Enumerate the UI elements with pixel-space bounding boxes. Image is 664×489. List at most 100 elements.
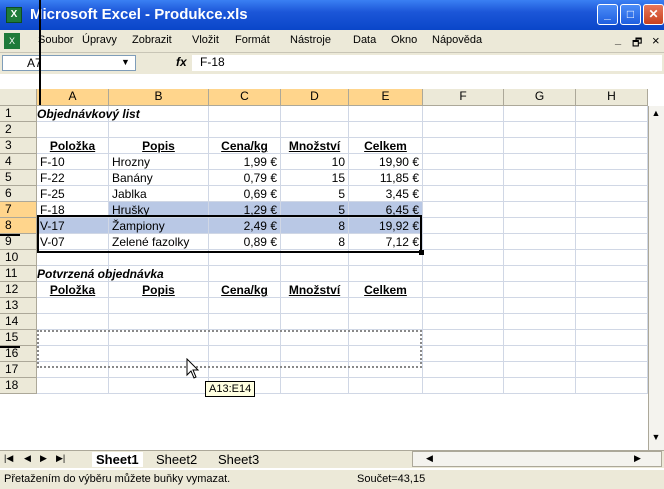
cell-b5[interactable]: Banány bbox=[109, 170, 209, 186]
last-sheet-icon[interactable]: ▶| bbox=[56, 453, 65, 464]
row-header-1[interactable]: 1 bbox=[0, 106, 37, 122]
cell-g4[interactable] bbox=[504, 154, 576, 170]
cell-f16[interactable] bbox=[423, 346, 504, 362]
cell-f14[interactable] bbox=[423, 314, 504, 330]
cell-g12[interactable] bbox=[504, 282, 576, 298]
cell-a14[interactable] bbox=[37, 314, 109, 330]
cell-h4[interactable] bbox=[576, 154, 648, 170]
cell-h11[interactable] bbox=[576, 266, 648, 282]
cell-a13[interactable] bbox=[37, 298, 109, 314]
cell-f15[interactable] bbox=[423, 330, 504, 346]
cell-e12[interactable]: Celkem bbox=[349, 282, 423, 298]
row-header-5[interactable]: 5 bbox=[0, 170, 37, 186]
cell-e4[interactable]: 19,90 € bbox=[349, 154, 423, 170]
cell-g8[interactable] bbox=[504, 218, 576, 234]
cell-c4[interactable]: 1,99 € bbox=[209, 154, 281, 170]
cell-g2[interactable] bbox=[504, 122, 576, 138]
cell-f18[interactable] bbox=[423, 378, 504, 394]
menu-okno[interactable]: Okno bbox=[391, 34, 417, 46]
cell-h7[interactable] bbox=[576, 202, 648, 218]
cell-h5[interactable] bbox=[576, 170, 648, 186]
scroll-down-icon[interactable]: ▼ bbox=[649, 432, 663, 446]
row-header-13[interactable]: 13 bbox=[0, 298, 37, 314]
cell-g16[interactable] bbox=[504, 346, 576, 362]
row-header-18[interactable]: 18 bbox=[0, 378, 37, 394]
menu-napoveda[interactable]: Nápověda bbox=[432, 34, 482, 46]
cell-g14[interactable] bbox=[504, 314, 576, 330]
cell-b2[interactable] bbox=[109, 122, 209, 138]
cell-g3[interactable] bbox=[504, 138, 576, 154]
cell-a5[interactable]: F-22 bbox=[37, 170, 109, 186]
close-button[interactable]: ✕ bbox=[643, 4, 664, 25]
cell-c3[interactable]: Cena/kg bbox=[209, 138, 281, 154]
menu-data[interactable]: Data bbox=[353, 34, 376, 46]
row-header-16[interactable]: 16 bbox=[0, 346, 37, 362]
cell-h1[interactable] bbox=[576, 106, 648, 122]
excel-icon[interactable]: X bbox=[6, 7, 22, 23]
cell-e14[interactable] bbox=[349, 314, 423, 330]
cell-e2[interactable] bbox=[349, 122, 423, 138]
cell-a1[interactable]: Objednávkový list bbox=[37, 106, 140, 122]
column-header-a[interactable]: A bbox=[37, 89, 109, 106]
cell-b13[interactable] bbox=[109, 298, 209, 314]
doc-close-button[interactable]: × bbox=[652, 33, 660, 48]
select-all-corner[interactable] bbox=[0, 89, 37, 106]
row-header-11[interactable]: 11 bbox=[0, 266, 37, 282]
cell-a4[interactable]: F-10 bbox=[37, 154, 109, 170]
cell-g1[interactable] bbox=[504, 106, 576, 122]
cell-f3[interactable] bbox=[423, 138, 504, 154]
cell-d5[interactable]: 15 bbox=[281, 170, 349, 186]
horizontal-scrollbar[interactable] bbox=[412, 451, 662, 467]
cell-d6[interactable]: 5 bbox=[281, 186, 349, 202]
column-header-c[interactable]: C bbox=[209, 89, 281, 106]
tab-sheet1[interactable]: Sheet1 bbox=[92, 452, 143, 467]
cell-d14[interactable] bbox=[281, 314, 349, 330]
cell-g13[interactable] bbox=[504, 298, 576, 314]
cell-g10[interactable] bbox=[504, 250, 576, 266]
tab-sheet2[interactable]: Sheet2 bbox=[156, 452, 197, 467]
column-header-h[interactable]: H bbox=[576, 89, 648, 106]
row-header-15[interactable]: 15 bbox=[0, 330, 37, 346]
worksheet-grid[interactable]: A B C D E F G H 1 Objednávkový list 2 3 Položka Popis… bbox=[0, 89, 648, 450]
cell-h10[interactable] bbox=[576, 250, 648, 266]
cell-d1[interactable] bbox=[281, 106, 349, 122]
cell-a12[interactable]: Položka bbox=[37, 282, 109, 298]
cell-a18[interactable] bbox=[37, 378, 109, 394]
cell-f10[interactable] bbox=[423, 250, 504, 266]
menu-vlozit[interactable]: Vložit bbox=[192, 34, 219, 46]
fill-handle[interactable] bbox=[419, 250, 424, 255]
cell-a11[interactable]: Potvrzená objednávka bbox=[37, 266, 164, 282]
row-header-2[interactable]: 2 bbox=[0, 122, 37, 138]
doc-minimize-button[interactable]: _ bbox=[615, 34, 621, 46]
cell-c13[interactable] bbox=[209, 298, 281, 314]
cell-h14[interactable] bbox=[576, 314, 648, 330]
cell-b4[interactable]: Hrozny bbox=[109, 154, 209, 170]
cell-c11[interactable] bbox=[209, 266, 281, 282]
fx-icon[interactable]: fx bbox=[176, 55, 187, 69]
formula-input[interactable]: F-18 bbox=[192, 55, 662, 71]
minimize-button[interactable]: _ bbox=[597, 4, 618, 25]
cell-b18[interactable] bbox=[109, 378, 209, 394]
cell-h3[interactable] bbox=[576, 138, 648, 154]
cell-d12[interactable]: Množství bbox=[281, 282, 349, 298]
cell-a2[interactable] bbox=[37, 122, 109, 138]
column-header-b[interactable]: B bbox=[109, 89, 209, 106]
cell-g7[interactable] bbox=[504, 202, 576, 218]
cell-f4[interactable] bbox=[423, 154, 504, 170]
row-header-17[interactable]: 17 bbox=[0, 362, 37, 378]
cell-h12[interactable] bbox=[576, 282, 648, 298]
column-header-f[interactable]: F bbox=[423, 89, 504, 106]
column-header-e[interactable]: E bbox=[349, 89, 423, 106]
vertical-scrollbar[interactable] bbox=[648, 106, 664, 450]
cell-e5[interactable]: 11,85 € bbox=[349, 170, 423, 186]
name-box[interactable]: A7 bbox=[2, 55, 136, 71]
cell-a3[interactable]: Položka bbox=[37, 138, 109, 154]
first-sheet-icon[interactable]: |◀ bbox=[4, 453, 13, 464]
cell-d11[interactable] bbox=[281, 266, 349, 282]
row-header-6[interactable]: 6 bbox=[0, 186, 37, 202]
cell-f12[interactable] bbox=[423, 282, 504, 298]
cell-d2[interactable] bbox=[281, 122, 349, 138]
cell-h16[interactable] bbox=[576, 346, 648, 362]
cell-g6[interactable] bbox=[504, 186, 576, 202]
cell-f5[interactable] bbox=[423, 170, 504, 186]
